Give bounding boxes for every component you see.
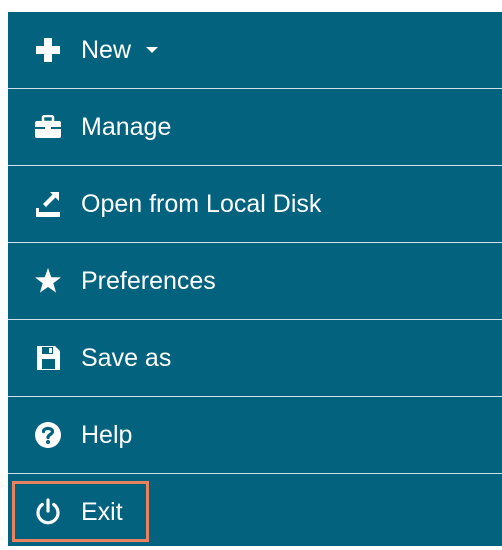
upload-icon (34, 190, 62, 218)
menu-item-open-local-disk[interactable]: Open from Local Disk (8, 166, 502, 242)
menu-item-new[interactable]: New (8, 12, 502, 88)
menu-item-preferences[interactable]: Preferences (8, 243, 502, 319)
menu-item-label: Manage (81, 113, 172, 141)
menu-item-save-as[interactable]: Save as (8, 320, 502, 396)
chevron-down-icon (146, 47, 158, 53)
plus-icon (34, 36, 62, 64)
menu-item-label: Preferences (81, 267, 216, 295)
file-menu: New Manage Open from Local Disk Preferen… (8, 12, 502, 546)
menu-item-exit[interactable]: Exit (8, 474, 502, 550)
menu-item-label: Open from Local Disk (81, 190, 322, 218)
question-circle-icon (34, 421, 62, 449)
menu-item-label: Save as (81, 344, 172, 372)
briefcase-icon (34, 113, 62, 141)
menu-item-label: Exit (81, 498, 123, 526)
menu-item-help[interactable]: Help (8, 397, 502, 473)
menu-item-label: New (81, 36, 132, 64)
floppy-disk-icon (34, 344, 62, 372)
menu-item-label: Help (81, 421, 133, 449)
menu-item-manage[interactable]: Manage (8, 89, 502, 165)
power-icon (34, 498, 62, 526)
star-icon (34, 267, 62, 295)
